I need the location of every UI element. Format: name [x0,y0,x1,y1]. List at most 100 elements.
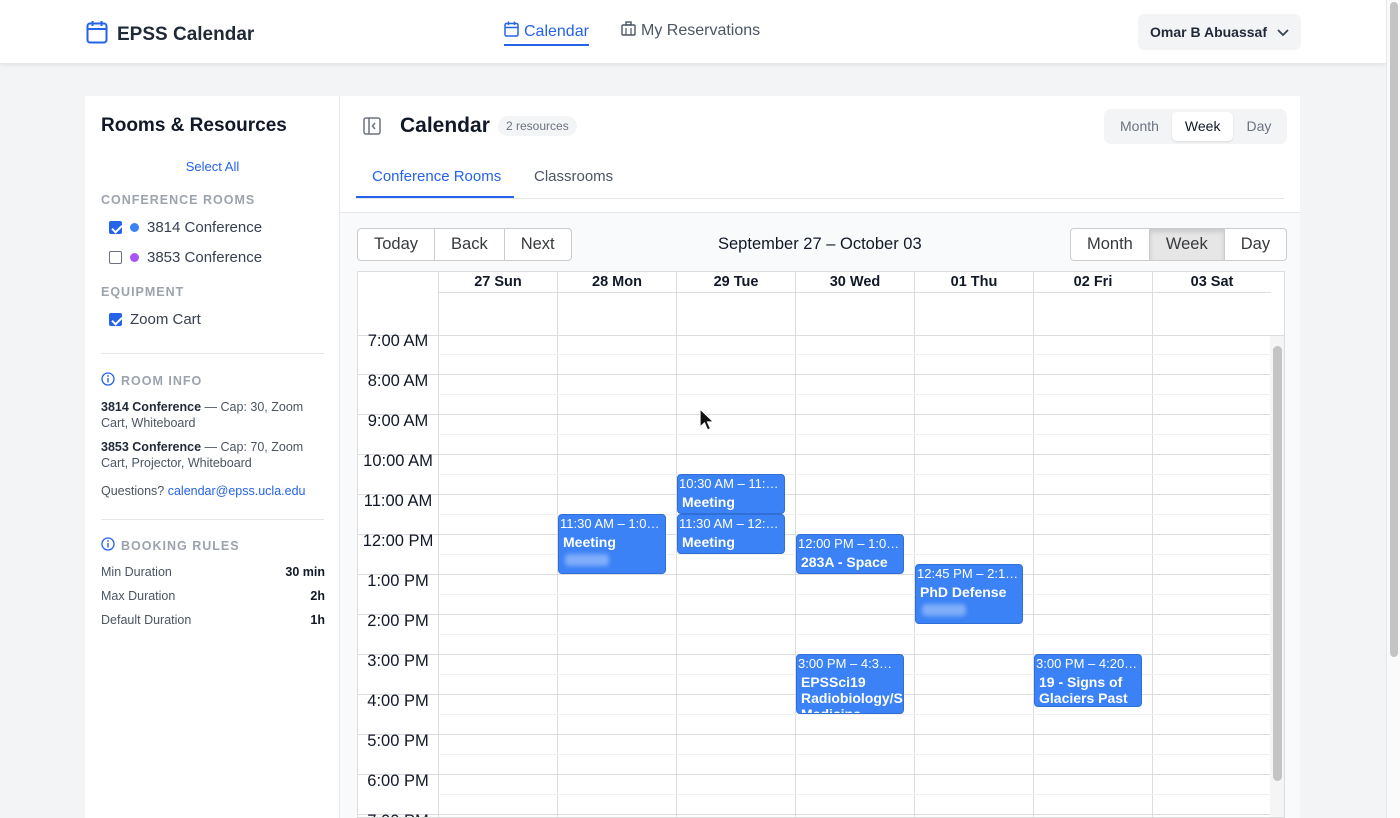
half-hour-line [438,394,1270,395]
view-month-button[interactable]: Month [1107,112,1172,141]
all-day-separator [1153,292,1271,293]
calendar-month-button[interactable]: Month [1071,229,1150,260]
hour-line [358,574,1270,575]
questions-line: Questions? calendar@epss.ucla.edu [101,484,306,498]
time-label: 1:00 PM [367,572,429,590]
tab-classrooms[interactable]: Classrooms [534,168,613,185]
day-header-label: 03 Sat [1190,274,1234,290]
day-header[interactable]: 03 Sat [1152,272,1271,336]
hour-line [358,454,1270,455]
nav-calendar[interactable]: Calendar [504,21,589,46]
sidebar-title: Rooms & Resources [101,115,287,136]
grid-scrollbar-thumb[interactable] [1273,346,1282,781]
rule-min-duration: Min Duration 30 min [101,565,325,579]
collapse-sidebar-icon[interactable] [363,117,381,140]
equipment-heading: EQUIPMENT [101,285,185,299]
brand[interactable]: EPSS Calendar [86,20,254,49]
calendar-week-button[interactable]: Week [1149,229,1225,260]
equipment-checkbox-zoom-cart[interactable]: Zoom Cart [109,311,201,328]
all-day-separator [1034,292,1152,293]
event-title: EPSSci19 Radiobiology/Space Medicine [801,674,903,714]
view-day-button[interactable]: Day [1233,112,1284,141]
day-header[interactable]: 29 Tue [676,272,795,336]
page-scrollbar-thumb[interactable] [1390,2,1398,657]
day-column-line [1033,336,1034,817]
event-title: 19 - Signs of Glaciers Past [1039,674,1128,706]
day-column-line [795,336,796,817]
nav-my-reservations[interactable]: My Reservations [621,21,760,41]
room-info-heading: ROOM INFO [101,372,202,389]
resource-tabs: Conference Rooms Classrooms [356,152,1284,199]
calendar-day-button[interactable]: Day [1225,229,1286,260]
sidebar: Rooms & Resources Select All CONFERENCE … [85,96,340,818]
day-header[interactable]: 30 Wed [795,272,914,336]
redacted-text [565,554,609,566]
day-column-line [676,336,677,817]
day-column-line [1152,336,1153,817]
day-header[interactable]: 28 Mon [557,272,676,336]
day-column-line [438,336,439,817]
divider [101,353,324,354]
all-day-separator [796,292,914,293]
page-scrollbar[interactable] [1386,0,1400,818]
all-day-separator [677,292,795,293]
view-switcher: Month Week Day [1104,109,1288,144]
time-label: 7:00 PM [358,812,438,817]
calendar-event[interactable]: 3:00 PM – 4:20… 19 - Signs of Glaciers Pa… [1034,654,1142,708]
day-header-label: 02 Fri [1073,274,1113,290]
event-time: 3:00 PM – 4:3… [798,656,892,671]
nav-calendar-label: Calendar [524,22,589,40]
select-all-link[interactable]: Select All [85,159,340,174]
hour-line [358,774,1270,775]
time-grid: 7:00 AM 8:00 AM 9:00 AM 10:00 AM 11:00 AM 12:… [358,332,1272,817]
hour-line [358,614,1270,615]
rule-max-duration: Max Duration 2h [101,589,325,603]
checkbox[interactable] [109,251,122,264]
rule-default-duration: Default Duration 1h [101,613,325,627]
checkbox[interactable] [109,221,122,234]
room-checkbox-3853[interactable]: 3853 Conference [109,249,262,266]
day-header[interactable]: 01 Thu [914,272,1033,336]
calendar-event[interactable]: 11:30 AM – 12:… Meeting [677,514,785,554]
today-button[interactable]: Today [358,229,436,260]
time-label: 4:00 PM [367,692,429,710]
half-hour-line [438,434,1270,435]
calendar-event[interactable]: 12:00 PM – 1:0… 283A - Space [796,534,904,574]
back-button[interactable]: Back [435,229,505,260]
day-header[interactable]: 02 Fri [1033,272,1152,336]
day-column-line [557,336,558,817]
room-checkbox-3814[interactable]: 3814 Conference [109,219,262,236]
tab-conference-rooms[interactable]: Conference Rooms [372,168,501,185]
calendar-view-group: Month Week Day [1070,228,1288,261]
time-label: 7:00 AM [367,332,429,350]
calendar-event[interactable]: 10:30 AM – 11:… Meeting [677,474,785,514]
event-time: 11:30 AM – 12:… [679,516,779,531]
checkbox[interactable] [109,313,122,326]
half-hour-line [438,754,1270,755]
user-menu-button[interactable]: Omar B Abuassaf [1138,14,1301,50]
all-day-separator [439,292,557,293]
next-button[interactable]: Next [505,229,571,260]
day-header-label: 27 Sun [474,274,522,290]
calendar-event[interactable]: 3:00 PM – 4:3… EPSSci19 Radiobiology/Spac… [796,654,904,714]
contact-email-link[interactable]: calendar@epss.ucla.edu [168,484,306,498]
redacted-text [922,604,966,616]
calendar-event[interactable]: 12:45 PM – 2:1… PhD Defense [915,564,1023,624]
info-icon [101,537,115,554]
top-navbar: EPSS Calendar Calendar My Reservations O… [0,0,1386,64]
hour-line [358,414,1270,415]
half-hour-line [438,634,1270,635]
event-time: 10:30 AM – 11:… [679,476,779,491]
all-day-separator [558,292,676,293]
event-time: 11:30 AM – 1:0… [560,516,660,531]
grid-scrollbar[interactable] [1270,336,1284,817]
app-title: EPSS Calendar [117,23,255,45]
time-label: 8:00 AM [367,372,429,390]
calendar-icon [504,21,519,42]
hour-line [358,814,1270,815]
event-title: PhD Defense [920,584,1007,600]
view-week-button[interactable]: Week [1171,112,1234,141]
day-header[interactable]: 27 Sun [438,272,557,336]
calendar-event[interactable]: 11:30 AM – 1:0… Meeting [558,514,666,574]
all-day-separator [915,292,1033,293]
